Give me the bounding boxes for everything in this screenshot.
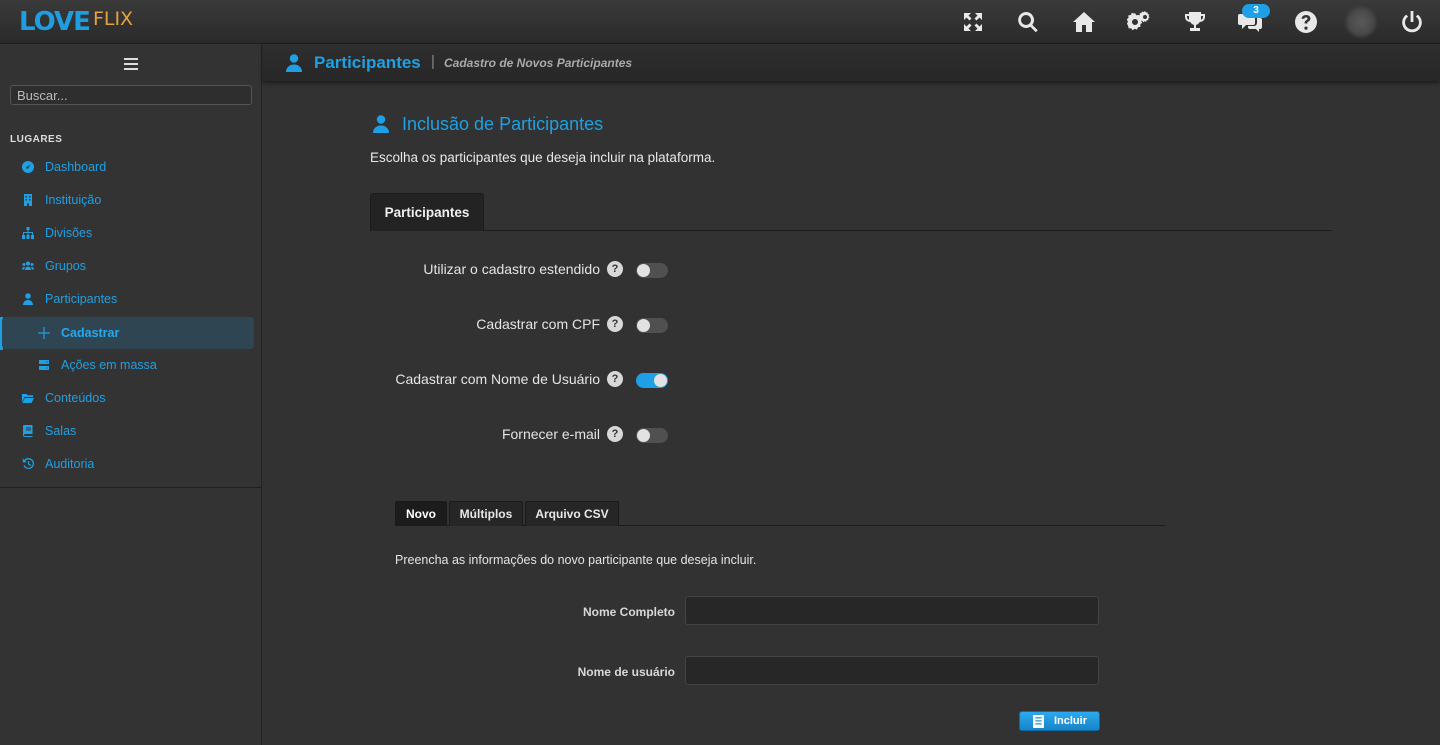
folder-icon [21,391,35,405]
logo-flix: FLIX [92,8,134,30]
tab-novo[interactable]: Novo [395,501,447,526]
sidebar-item-instituicao[interactable]: Instituição [0,185,262,215]
sidebar-item-label: Conteúdos [45,391,106,405]
nome-usuario-input[interactable] [685,656,1099,685]
building-icon [21,193,35,207]
option-label: Cadastrar com Nome de Usuário [395,371,600,387]
help-icon[interactable]: ? [607,261,623,277]
avatar[interactable] [1346,7,1376,37]
help-icon[interactable]: ? [607,316,623,332]
option-fornecer-email: Fornecer e-mail ? [370,425,670,445]
sidebar-item-label: Grupos [45,259,86,273]
tab-arquivo-csv[interactable]: Arquivo CSV [525,501,619,526]
form-description: Preencha as informações do novo particip… [395,553,757,567]
sidebar-item-salas[interactable]: Salas [0,416,262,446]
breadcrumb: Participantes | Cadastro de Novos Partic… [263,44,1440,81]
option-label: Utilizar o cadastro estendido [423,261,600,277]
app-logo[interactable]: LOVE FLIX [19,6,133,38]
nome-usuario-label: Nome de usuário [577,665,675,679]
incluir-label: Incluir [1053,715,1087,727]
sidebar-item-divisoes[interactable]: Divisões [0,218,262,248]
user-icon [21,292,35,306]
sidebar-item-participantes[interactable]: Participantes [0,284,262,314]
sidebar-item-label: Divisões [45,226,93,240]
main-tabs: Participantes [370,193,1332,231]
sidebar: LUGARES Dashboard Instituição Divisões G… [0,44,262,745]
search-icon[interactable] [1014,8,1042,36]
server-icon [37,358,51,372]
form-tabs: Novo Múltiplos Arquivo CSV [395,501,1165,526]
section-title: LUGARES [10,134,63,145]
help-icon[interactable]: ? [607,426,623,442]
sidebar-item-label: Participantes [45,292,118,306]
option-label: Cadastrar com CPF [476,316,600,332]
logo-love: LOVE [19,7,91,37]
page-title: Inclusão de Participantes [402,114,604,134]
user-icon [286,54,302,72]
user-icon [373,115,389,133]
gears-icon[interactable] [1125,8,1153,36]
history-icon [21,457,35,471]
nome-completo-label: Nome Completo [582,605,675,619]
page-description: Escolha os participantes que deseja incl… [370,150,716,165]
cadastro-estendido-toggle[interactable] [636,263,668,278]
sidebar-search-input[interactable] [10,85,252,105]
home-icon[interactable] [1070,8,1098,36]
menu-toggle-icon[interactable] [124,58,138,70]
breadcrumb-title[interactable]: Participantes [314,53,421,73]
sidebar-item-label: Dashboard [45,160,107,174]
users-icon [21,259,35,273]
top-bar: LOVE FLIX 3 [0,0,1440,44]
incluir-button[interactable]: Incluir [1019,711,1100,731]
sidebar-item-conteudos[interactable]: Conteúdos [0,383,262,413]
tab-participantes[interactable]: Participantes [370,193,484,231]
trophy-icon[interactable] [1181,8,1209,36]
fornecer-email-toggle[interactable] [636,428,668,443]
breadcrumb-separator: | [431,53,435,70]
nome-completo-input[interactable] [685,596,1099,625]
sidebar-item-label: Cadastrar [61,326,120,340]
option-cadastro-estendido: Utilizar o cadastro estendido ? [370,260,670,280]
sidebar-item-dashboard[interactable]: Dashboard [0,152,262,182]
breadcrumb-subtitle: Cadastro de Novos Participantes [444,56,633,70]
sidebar-item-label: Ações em massa [61,358,157,372]
sidebar-item-grupos[interactable]: Grupos [0,251,262,281]
cadastrar-cpf-toggle[interactable] [636,318,668,333]
option-cadastrar-cpf: Cadastrar com CPF ? [370,315,670,335]
power-icon[interactable] [1398,8,1426,36]
sidebar-item-label: Instituição [45,193,102,207]
sidebar-menu: LUGARES Dashboard Instituição Divisões G… [0,44,262,488]
form-icon [1033,714,1044,728]
notification-badge[interactable]: 3 [1242,4,1270,18]
tab-multiplos[interactable]: Múltiplos [449,501,523,526]
sidebar-item-auditoria[interactable]: Auditoria [0,449,262,479]
fullscreen-icon[interactable] [959,8,987,36]
sidebar-item-cadastrar[interactable]: Cadastrar [2,317,254,349]
help-icon[interactable]: ? [607,371,623,387]
nome-usuario-toggle[interactable] [636,373,668,388]
option-label: Fornecer e-mail [501,426,600,442]
book-icon [21,424,35,438]
sidebar-item-label: Salas [45,424,77,438]
help-icon[interactable] [1292,8,1320,36]
sidebar-item-acoes-em-massa[interactable]: Ações em massa [0,350,262,380]
option-nome-usuario: Cadastrar com Nome de Usuário ? [370,370,670,390]
sitemap-icon [21,226,35,240]
dashboard-icon [21,160,35,174]
sidebar-item-label: Auditoria [45,457,95,471]
plus-icon [37,326,51,340]
